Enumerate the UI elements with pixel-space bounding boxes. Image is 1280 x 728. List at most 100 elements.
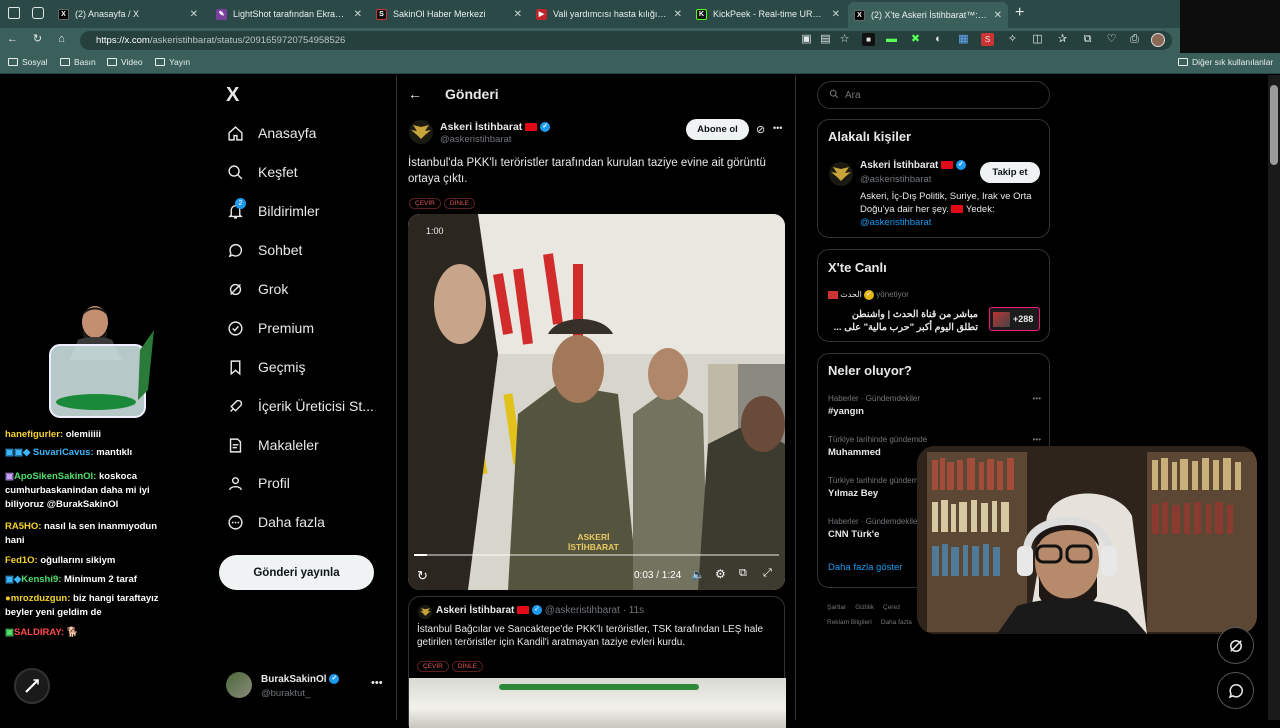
footer-link[interactable]: Reklam Bilgileri [827,619,872,626]
nav-item-creator-studio[interactable]: İçerik Üreticisi St... [226,397,374,415]
browser-tab-3[interactable]: ▶ Vali yardımcısı hasta kılığında acile … [530,4,688,24]
picture-in-picture-icon[interactable]: ⧉ [739,567,747,580]
collections-icon[interactable]: ⧉ [1081,33,1094,46]
subscribe-button[interactable]: Abone ol [686,119,749,140]
trend-more-icon[interactable]: ••• [1033,394,1041,403]
browser-profile-avatar[interactable] [1151,33,1165,47]
bio-link[interactable]: @askeristihbarat [860,216,1040,229]
listen-button[interactable]: DİNLE [443,198,476,209]
workspaces-icon[interactable] [8,7,20,19]
close-tab-icon[interactable]: ✕ [354,9,362,20]
extension-4-icon[interactable]: ◐ [932,33,945,46]
close-tab-icon[interactable]: ✕ [832,9,840,20]
author-name[interactable]: Askeri İstihbarat ✓ [440,121,551,133]
footer-link[interactable]: Daha fazla [881,619,912,626]
extension-3-icon[interactable]: ✖ [909,33,922,46]
browser-tab-0[interactable]: X (2) Anasayfa / X ✕ [52,4,204,24]
sakinol-favicon-icon: S [376,8,387,20]
back-arrow-icon[interactable]: ← [408,86,422,102]
more-options-icon[interactable]: ••• [371,677,383,689]
extension-6-icon[interactable]: S [981,33,994,46]
new-tab-icon[interactable]: + [1015,4,1024,22]
bookmark-yayin[interactable]: Yayın [155,57,190,67]
account-switcher[interactable]: BurakSakinOl ✓ @buraktut_ ••• [226,672,388,702]
trend-more-icon[interactable]: ••• [1033,435,1041,444]
browser-tab-2[interactable]: S SakinOl Haber Merkezi ✕ [370,4,528,24]
split-view-icon[interactable]: ▣ [800,33,813,46]
relevant-avatar[interactable] [829,162,853,186]
nav-item-explore[interactable]: Keşfet [226,163,298,181]
video-progress-track[interactable] [414,554,779,556]
trend-item[interactable]: Haberler · Gündemdekiler #yangın ••• [828,394,1041,417]
live-listeners[interactable]: +288 [989,307,1040,331]
close-tab-icon[interactable]: ✕ [514,9,522,20]
favorite-star-icon[interactable]: ☆ [838,33,851,46]
follow-button[interactable]: Takip et [980,162,1040,183]
relevant-name[interactable]: Askeri İstihbarat ✓ [860,160,966,171]
close-tab-icon[interactable]: ✕ [674,9,682,20]
nav-item-profile[interactable]: Profil [226,474,290,492]
back-icon[interactable]: ← [6,33,19,46]
grok-icon [226,280,244,298]
nav-item-premium[interactable]: Premium [226,319,314,337]
extension-2-icon[interactable]: ▬ [885,33,898,46]
reader-icon[interactable]: ▤ [819,33,832,46]
folder-icon [1178,58,1188,66]
messages-floating-button[interactable] [1217,672,1254,709]
scrollbar-thumb[interactable] [1270,85,1278,165]
browser-tab-4[interactable]: K KickPeek - Real-time URL Crawler ✕ [690,4,846,24]
footer-link[interactable]: Şartlar [827,604,846,611]
favorites-icon[interactable]: ✰ [1056,33,1069,46]
translate-button[interactable]: ÇEVİR [417,661,449,672]
nav-item-notifications[interactable]: 2 Bildirimler [226,198,319,220]
quote-media[interactable] [409,678,786,728]
grok-explain-icon[interactable]: ⊘ [756,123,765,136]
copilot-icon[interactable]: ♡ [1105,33,1118,46]
page-scrollbar[interactable] [1268,75,1280,720]
other-bookmarks[interactable]: Diğer sık kullanılanlar [1178,57,1273,67]
close-tab-icon[interactable]: ✕ [994,10,1002,21]
nav-item-more[interactable]: Daha fazla [226,513,325,531]
browser-tab-5-active[interactable]: X (2) X'te Askeri İstihbarat™: "İstanb ✕ [848,2,1008,28]
chat-username: Kenshi9: [21,574,62,585]
nav-item-home[interactable]: Anasayfa [226,124,316,142]
sidebar-toggle-icon[interactable]: ◫ [1031,33,1044,46]
nav-item-bookmarks[interactable]: Geçmiş [226,358,305,376]
footer-link[interactable]: Çerez [883,604,900,611]
bookmark-video[interactable]: Video [107,57,143,67]
show-more-link[interactable]: Daha fazla göster [828,562,902,573]
reload-icon[interactable]: ↻ [31,33,44,46]
home-browser-icon[interactable]: ⌂ [55,33,68,46]
grok-floating-button[interactable] [1217,627,1254,664]
home-icon [226,124,244,142]
bookmark-basin[interactable]: Basın [60,57,96,67]
nav-item-grok[interactable]: Grok [226,280,288,298]
extension-1-icon[interactable]: ■ [862,33,875,46]
video-player[interactable]: 1:00 ASKERİ İSTİHBARAT ↻ 0:03 / 1:24 🔈 ⚙ … [408,214,785,590]
extensions-icon[interactable]: ✧ [1006,33,1019,46]
bookmark-sosyal[interactable]: Sosyal [8,57,48,67]
author-avatar[interactable] [409,120,433,144]
replay-icon[interactable]: ↻ [417,568,428,584]
nav-item-articles[interactable]: Makaleler [226,436,319,454]
search-box[interactable]: Ara [817,81,1050,109]
nav-item-chat[interactable]: Sohbet [226,241,302,259]
volume-icon[interactable]: 🔈 [691,568,705,581]
browser-tab-1[interactable]: ✎ LightShot tarafından Ekran Görün ✕ [210,4,368,24]
settings-gear-icon[interactable]: ⚙ [715,567,726,581]
post-button[interactable]: Gönderi yayınla [219,555,374,590]
translate-button[interactable]: ÇEVİR [409,198,441,209]
tab-actions-icon[interactable] [32,7,44,19]
extension-5-icon[interactable]: ▦ [957,33,970,46]
listen-button[interactable]: DİNLE [451,661,484,672]
footer-link[interactable]: Gizlilik [855,604,874,611]
trends-title: Neler oluyor? [828,363,912,378]
author-handle[interactable]: @askeristihbarat [440,134,511,145]
x-logo[interactable]: X [226,84,239,107]
live-text[interactable]: مباشر من قناة الحدث | واشنطن تطلق اليوم … [828,308,978,334]
quoted-post[interactable]: Askeri İstihbarat ✓ @askeristihbarat · 1… [408,596,786,728]
close-tab-icon[interactable]: ✕ [190,9,198,20]
screenshot-icon[interactable]: ⎙ [1128,33,1141,46]
post-more-icon[interactable]: ••• [773,123,782,133]
fullscreen-icon[interactable]: ⤢ [763,567,772,580]
